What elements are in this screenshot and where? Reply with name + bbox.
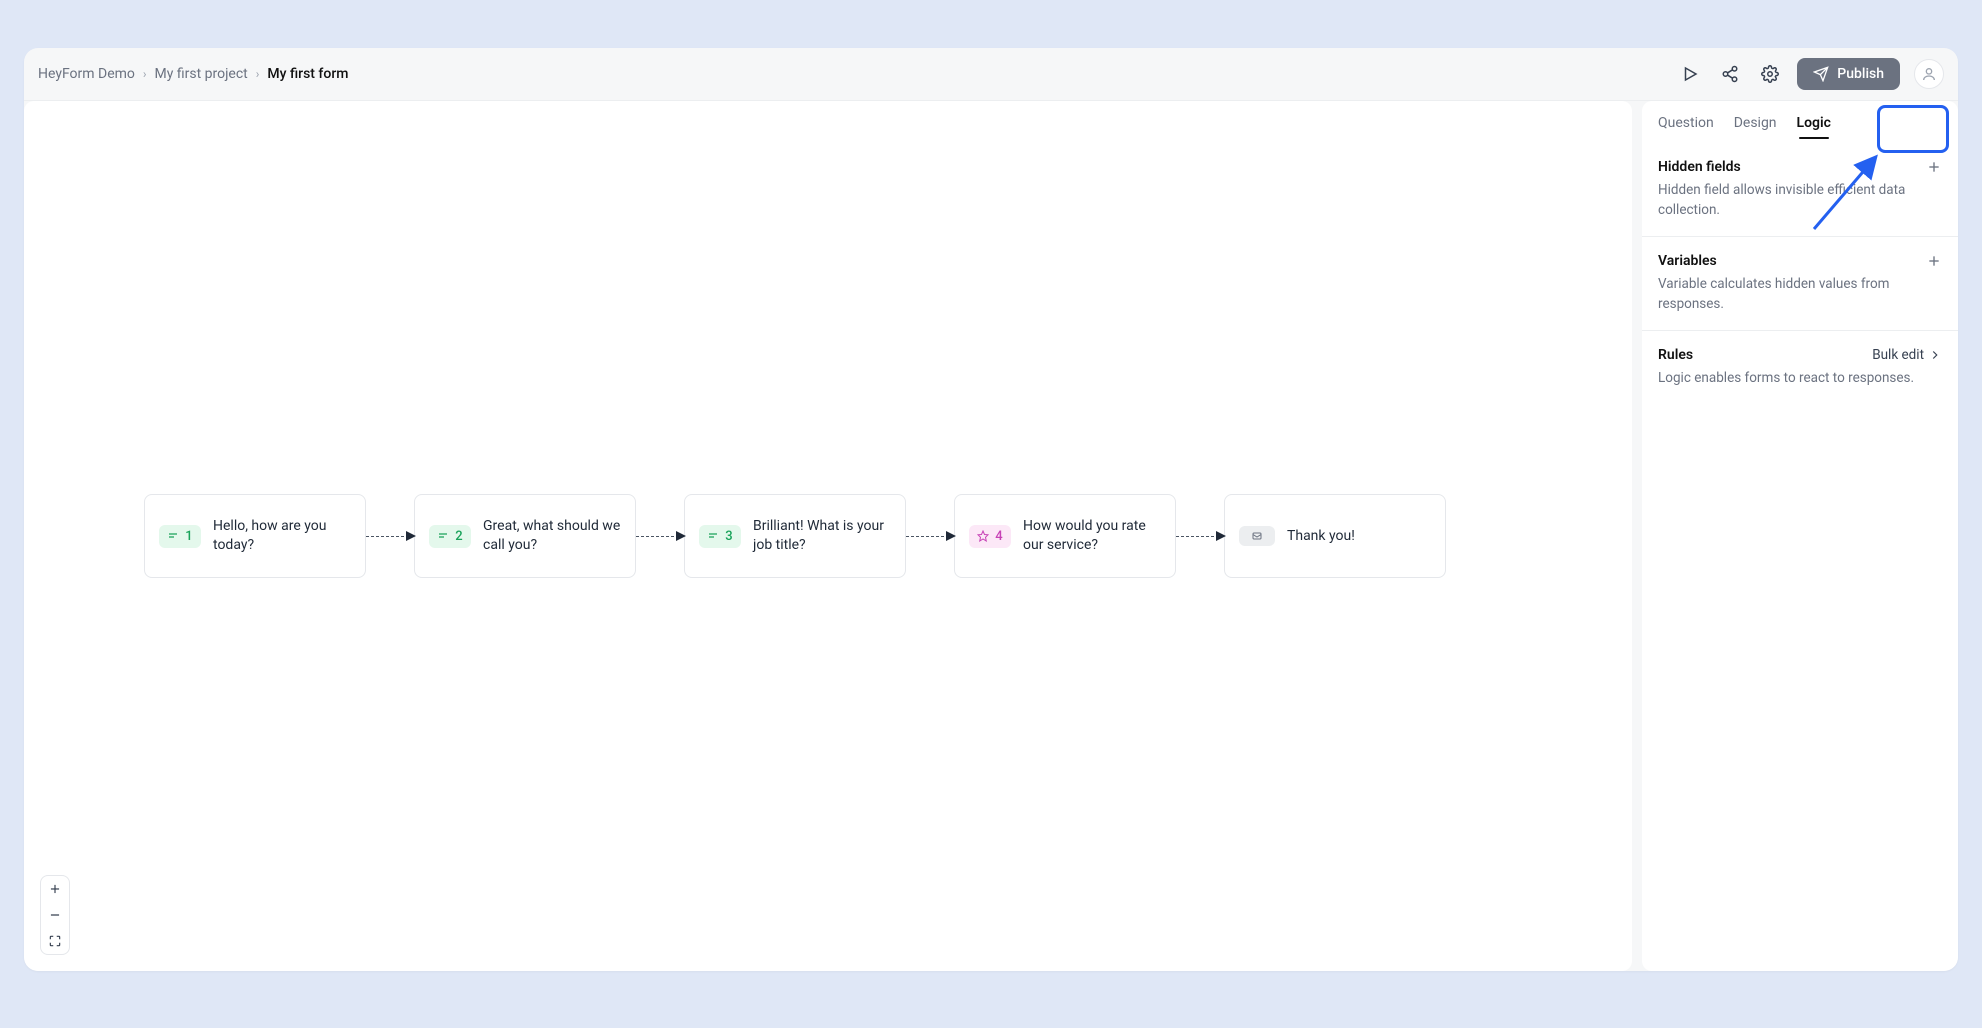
share-button[interactable] [1717,61,1743,87]
section-variables: Variables Variable calculates hidden val… [1642,237,1958,331]
text-icon [167,530,179,542]
node-badge: 2 [429,525,471,548]
flow-node[interactable]: 2 Great, what should we call you? [414,494,636,578]
node-badge [1239,526,1275,546]
preview-button[interactable] [1677,61,1703,87]
section-rules: Rules Bulk edit Logic enables forms to r… [1642,331,1958,405]
flow-node[interactable]: 4 How would you rate our service? [954,494,1176,578]
tab-design[interactable]: Design [1734,115,1777,143]
breadcrumb-form[interactable]: My first form [267,66,348,82]
app-frame: HeyForm Demo › My first project › My fir… [24,48,1958,971]
panel-tabs: Question Design Logic [1642,101,1958,143]
user-icon [1921,66,1937,82]
section-title: Variables [1658,253,1717,269]
arrow-right-icon [406,531,416,541]
node-label: Thank you! [1287,527,1355,546]
breadcrumb-project[interactable]: My first project [155,66,248,82]
section-title: Rules [1658,347,1693,363]
tab-question[interactable]: Question [1658,115,1714,143]
flow-edge [906,535,954,537]
node-number: 4 [995,529,1002,544]
send-icon [1813,66,1829,82]
node-number: 3 [725,529,732,544]
section-description: Logic enables forms to react to response… [1658,369,1942,389]
add-hidden-field-button[interactable] [1926,159,1942,175]
avatar[interactable] [1914,59,1944,89]
settings-button[interactable] [1757,61,1783,87]
flow-edge [366,535,414,537]
chevron-right-icon: › [143,67,147,81]
editor-body: 1 Hello, how are you today? 2 [24,101,1958,971]
node-badge: 4 [969,525,1011,548]
chevron-right-icon: › [256,67,260,81]
plus-icon [48,882,62,896]
flow-node[interactable]: Thank you! [1224,494,1446,578]
node-number: 1 [185,529,192,544]
zoom-out-button[interactable] [41,902,69,928]
share-icon [1721,65,1739,83]
section-title: Hidden fields [1658,159,1741,175]
node-label: Brilliant! What is your job title? [753,517,891,555]
node-number: 2 [455,529,462,544]
fit-view-button[interactable] [41,928,69,954]
add-variable-button[interactable] [1926,253,1942,269]
arrow-right-icon [1216,531,1226,541]
plus-icon [1926,253,1942,269]
section-hidden-fields: Hidden fields Hidden field allows invisi… [1642,143,1958,237]
section-description: Variable calculates hidden values from r… [1658,275,1942,314]
arrow-right-icon [676,531,686,541]
logic-canvas[interactable]: 1 Hello, how are you today? 2 [24,101,1632,971]
flow-node[interactable]: 1 Hello, how are you today? [144,494,366,578]
arrow-right-icon [946,531,956,541]
topbar-actions: Publish [1677,58,1944,90]
bulk-edit-button[interactable]: Bulk edit [1872,347,1942,363]
thankyou-icon [1251,530,1263,542]
topbar: HeyForm Demo › My first project › My fir… [24,48,1958,101]
gear-icon [1761,65,1779,83]
chevron-right-icon [1928,348,1942,362]
node-label: Great, what should we call you? [483,517,621,555]
publish-label: Publish [1837,66,1884,82]
minus-icon [48,908,62,922]
flow-row: 1 Hello, how are you today? 2 [144,494,1446,578]
flow-edge [1176,535,1224,537]
text-icon [437,530,449,542]
plus-icon [1926,159,1942,175]
text-icon [707,530,719,542]
tab-logic[interactable]: Logic [1797,115,1831,143]
bulk-edit-label: Bulk edit [1872,347,1924,363]
zoom-in-button[interactable] [41,876,69,902]
node-label: Hello, how are you today? [213,517,351,555]
publish-button[interactable]: Publish [1797,58,1900,90]
node-badge: 3 [699,525,741,548]
node-badge: 1 [159,525,201,548]
star-icon [977,530,989,542]
properties-panel: Question Design Logic Hidde [1642,101,1958,971]
maximize-icon [48,934,62,948]
section-description: Hidden field allows invisible efficient … [1658,181,1942,220]
flow-node[interactable]: 3 Brilliant! What is your job title? [684,494,906,578]
breadcrumb-workspace[interactable]: HeyForm Demo [38,66,135,82]
play-icon [1681,65,1699,83]
zoom-controls [40,875,70,955]
breadcrumb: HeyForm Demo › My first project › My fir… [38,66,348,82]
node-label: How would you rate our service? [1023,517,1161,555]
flow-edge [636,535,684,537]
